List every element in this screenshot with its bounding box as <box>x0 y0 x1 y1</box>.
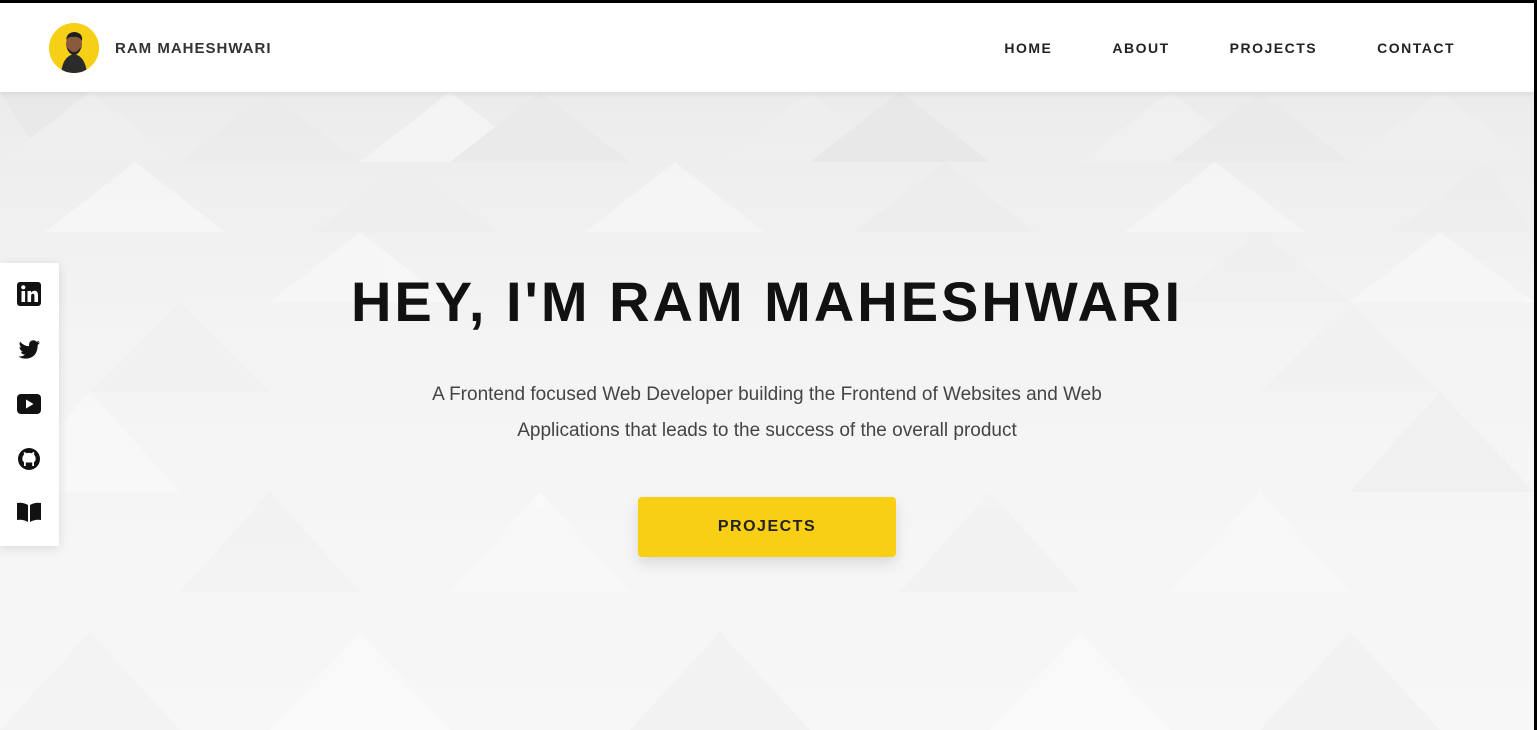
site-header: RAM MAHESHWARI HOME ABOUT PROJECTS CONTA… <box>0 3 1534 92</box>
main-nav: HOME ABOUT PROJECTS CONTACT <box>1004 3 1534 92</box>
linkedin-icon[interactable] <box>15 280 43 308</box>
brand-link[interactable]: RAM MAHESHWARI <box>49 23 272 73</box>
nav-about[interactable]: ABOUT <box>1112 40 1169 56</box>
book-icon[interactable] <box>15 498 43 526</box>
avatar <box>49 23 99 73</box>
hero-title: HEY, I'M RAM MAHESHWARI <box>350 270 1184 333</box>
nav-projects[interactable]: PROJECTS <box>1230 40 1317 56</box>
twitter-icon[interactable] <box>15 335 43 363</box>
nav-contact[interactable]: CONTACT <box>1377 40 1455 56</box>
browser-viewport: RAM MAHESHWARI HOME ABOUT PROJECTS CONTA… <box>0 3 1534 730</box>
brand-name: RAM MAHESHWARI <box>115 39 272 57</box>
hero-section: HEY, I'M RAM MAHESHWARI A Frontend focus… <box>0 92 1534 730</box>
youtube-icon[interactable] <box>15 390 43 418</box>
nav-home[interactable]: HOME <box>1004 40 1052 56</box>
github-icon[interactable] <box>15 445 43 473</box>
hero-description: A Frontend focused Web Developer buildin… <box>432 384 1102 441</box>
social-sidebar <box>0 263 59 546</box>
projects-button[interactable]: PROJECTS <box>638 497 896 557</box>
